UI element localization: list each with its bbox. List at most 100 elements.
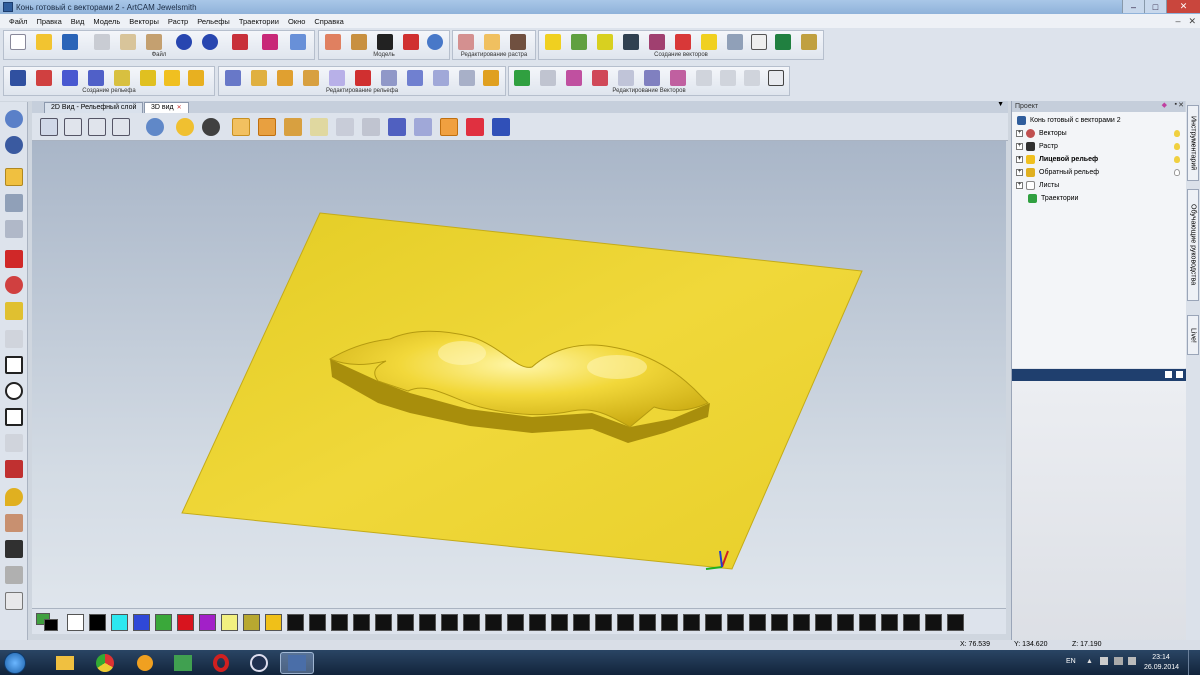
color-swatch-black[interactable]	[89, 614, 106, 631]
color-swatch-empty[interactable]	[353, 614, 370, 631]
menu-toolpaths[interactable]: Траектории	[239, 17, 279, 26]
color-swatch-empty[interactable]	[639, 614, 656, 631]
zoom-view-icon[interactable]	[146, 118, 164, 136]
red-plane-icon[interactable]	[466, 118, 484, 136]
taskbar-app3[interactable]	[128, 652, 162, 674]
tray-arrow-icon[interactable]: ▲	[1086, 658, 1093, 665]
select-arrow-icon[interactable]	[5, 168, 23, 186]
color-swatch-empty[interactable]	[815, 614, 832, 631]
knife-icon[interactable]	[5, 566, 23, 584]
vector-edit-align-icon[interactable]	[768, 70, 784, 86]
color-swatch-empty[interactable]	[617, 614, 634, 631]
color-swatch-empty[interactable]	[903, 614, 920, 631]
taskbar-app4[interactable]	[166, 652, 200, 674]
expand-icon[interactable]: +	[1016, 129, 1023, 137]
tree-item-back-relief[interactable]: + Обратный рельеф	[1016, 166, 1099, 178]
light-icon[interactable]	[176, 118, 194, 136]
color-swatch-empty[interactable]	[507, 614, 524, 631]
menu-vectors[interactable]: Векторы	[129, 17, 159, 26]
secondary-color-swatch[interactable]	[44, 619, 58, 631]
panel-close-icon[interactable]: ✕	[1178, 101, 1184, 109]
color-swatch-empty[interactable]	[331, 614, 348, 631]
model-globe-icon[interactable]	[427, 34, 443, 50]
measure-icon[interactable]	[5, 540, 23, 558]
visibility-bulb-icon[interactable]	[1174, 156, 1180, 163]
raster-tools-icon[interactable]	[510, 34, 526, 50]
menu-help[interactable]: Справка	[314, 17, 343, 26]
visibility-bulb-icon[interactable]	[1174, 143, 1180, 150]
blue-plane-icon[interactable]	[492, 118, 510, 136]
color-swatch-empty[interactable]	[441, 614, 458, 631]
color-swatch-empty[interactable]	[749, 614, 766, 631]
expand-icon[interactable]: +	[1016, 155, 1023, 163]
eraser-icon[interactable]	[5, 592, 23, 610]
relief-view-icon[interactable]	[440, 118, 458, 136]
node-edit-icon[interactable]	[5, 194, 23, 212]
relief-add-icon[interactable]	[188, 70, 204, 86]
taskbar-explorer[interactable]	[48, 652, 82, 674]
vector-edit-offset-icon[interactable]	[720, 70, 736, 86]
text-icon[interactable]	[5, 460, 23, 478]
eye-icon[interactable]	[202, 118, 220, 136]
color-swatch-empty[interactable]	[375, 614, 392, 631]
color-swatch-red[interactable]	[177, 614, 194, 631]
side-tab-toolbox[interactable]: Инструментарий	[1187, 105, 1199, 181]
pencil-icon[interactable]	[5, 250, 23, 268]
visibility-bulb-icon[interactable]	[1174, 130, 1180, 137]
book-icon[interactable]	[262, 34, 278, 50]
vector-edit-group-icon[interactable]	[670, 70, 686, 86]
color-swatch-empty[interactable]	[551, 614, 568, 631]
save-icon[interactable]	[62, 34, 78, 50]
layers-view-icon[interactable]	[414, 118, 432, 136]
relief-edit-offset-icon[interactable]	[433, 70, 449, 86]
toolpath-view-icon[interactable]	[362, 118, 380, 136]
vector-layers-icon[interactable]	[727, 34, 743, 50]
tab-3d-view[interactable]: 3D вид ✕	[144, 102, 189, 113]
side-view-icon[interactable]	[112, 118, 130, 136]
brush-icon[interactable]	[5, 302, 23, 320]
relief-star-icon[interactable]	[62, 70, 78, 86]
visibility-bulb-off-icon[interactable]	[1174, 169, 1180, 176]
relief-edit-wave-icon[interactable]	[459, 70, 475, 86]
vector-edit-join-icon[interactable]	[566, 70, 582, 86]
color-swatch-purple[interactable]	[199, 614, 216, 631]
relief-edit-arrows-icon[interactable]	[251, 70, 267, 86]
vector-nodes-icon[interactable]	[571, 34, 587, 50]
expand-icon[interactable]: +	[1016, 181, 1023, 189]
tray-flag-icon[interactable]	[1100, 657, 1108, 665]
open-folder-icon[interactable]	[36, 34, 52, 50]
color-swatch-light-yellow[interactable]	[221, 614, 238, 631]
grid-plane-icon[interactable]	[336, 118, 354, 136]
circle-icon[interactable]	[5, 382, 23, 400]
relief-spiral-icon[interactable]	[114, 70, 130, 86]
side-tab-tutorials[interactable]: Обучающие руководства	[1187, 189, 1199, 301]
color-swatch-empty[interactable]	[705, 614, 722, 631]
clock[interactable]: 23:14 26.09.2014	[1144, 653, 1179, 673]
menu-window[interactable]: Окно	[288, 17, 305, 26]
relief-edit-scale-icon[interactable]	[277, 70, 293, 86]
vector-grid-icon[interactable]	[775, 34, 791, 50]
panel-menu-icon[interactable]: ▪	[1175, 101, 1177, 108]
language-indicator[interactable]: EN	[1066, 658, 1076, 665]
plane-icon[interactable]	[310, 118, 328, 136]
menu-view[interactable]: Вид	[71, 17, 85, 26]
raster-eraser-icon[interactable]	[484, 34, 500, 50]
relief-plane-icon[interactable]	[164, 70, 180, 86]
tree-root[interactable]: Конь готовый с векторами 2	[1017, 114, 1121, 126]
model-bear-icon[interactable]	[325, 34, 341, 50]
tray-network-icon[interactable]	[1114, 657, 1123, 665]
maximize-button[interactable]: □	[1144, 0, 1166, 13]
tabs-dropdown-icon[interactable]: ▼	[997, 101, 1004, 108]
tree-item-front-relief[interactable]: + Лицевой рельеф	[1016, 153, 1098, 165]
taskbar-chrome[interactable]	[88, 652, 122, 674]
color-swatch-empty[interactable]	[573, 614, 590, 631]
relief-sweep-icon[interactable]	[88, 70, 104, 86]
color-swatch-empty[interactable]	[463, 614, 480, 631]
vector-edit-rotate-icon[interactable]	[696, 70, 712, 86]
relief-shapes-icon[interactable]	[10, 70, 26, 86]
transform-icon[interactable]	[5, 220, 23, 238]
model-teddy-icon[interactable]	[351, 34, 367, 50]
vector-edit-select-icon[interactable]	[644, 70, 660, 86]
relief-edit-brush-icon[interactable]	[483, 70, 499, 86]
copy-icon[interactable]	[120, 34, 136, 50]
